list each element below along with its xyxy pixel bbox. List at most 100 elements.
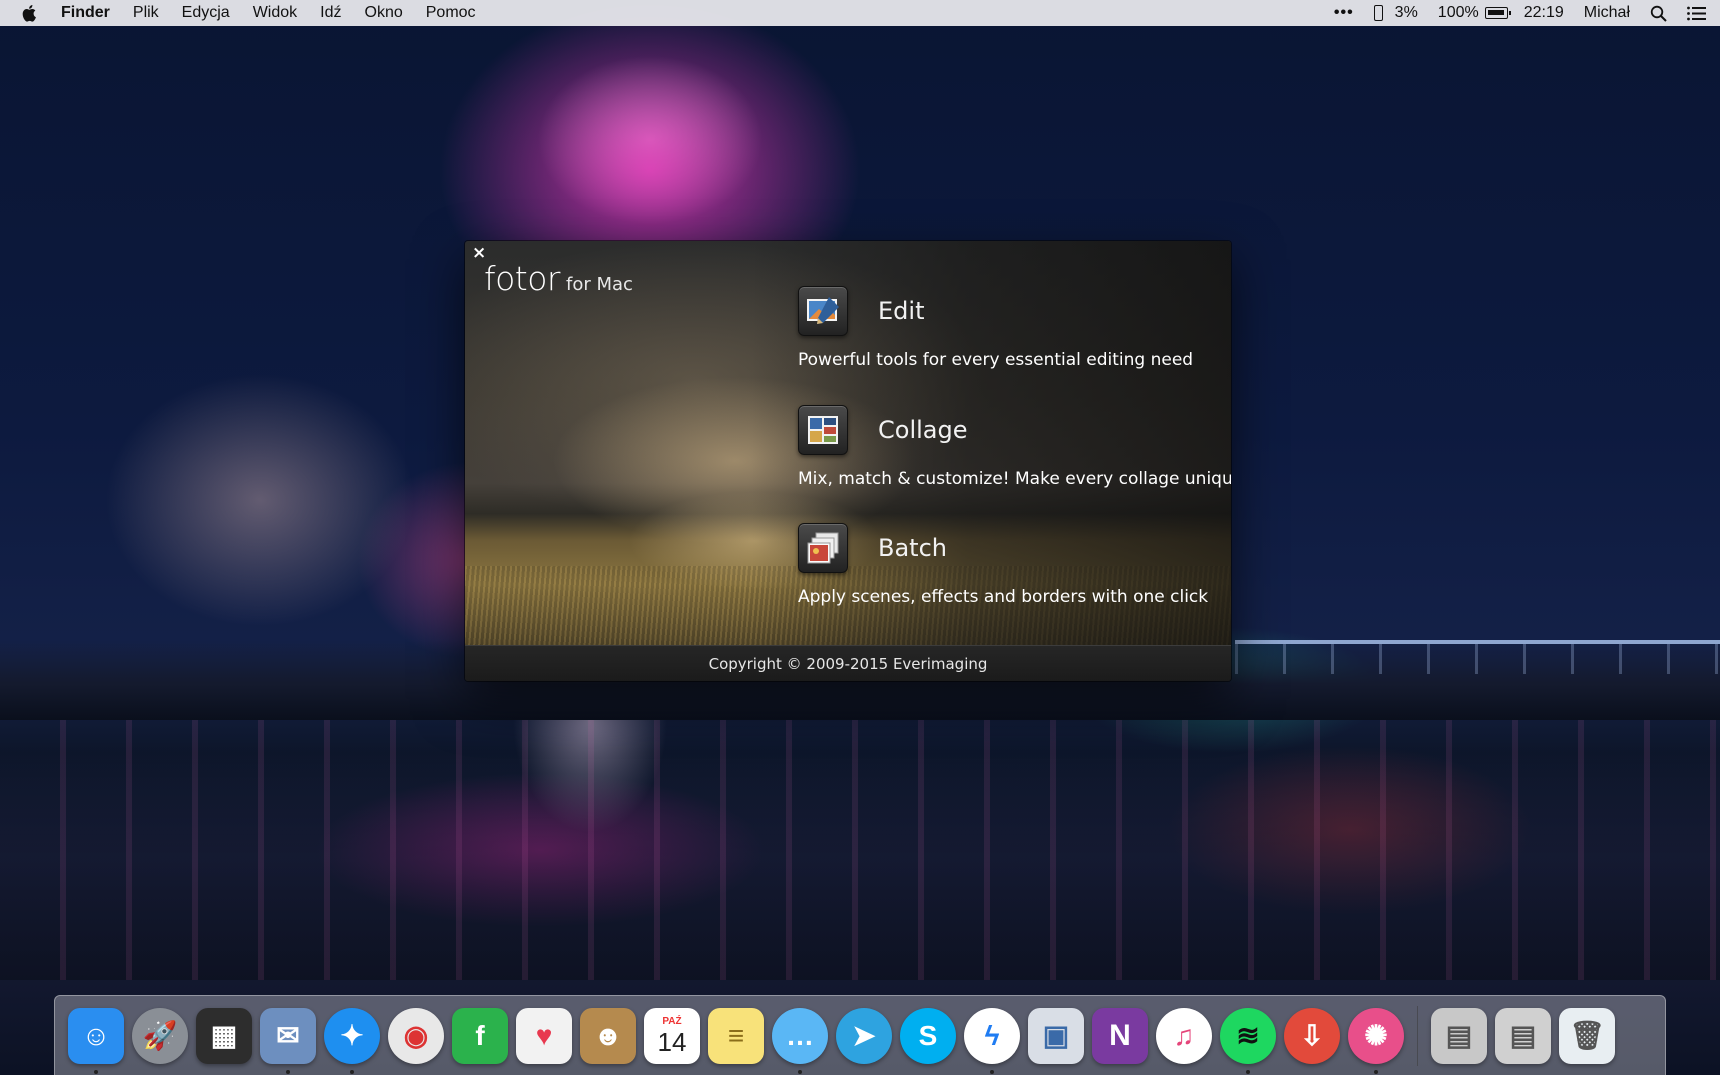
more-dots-icon[interactable]: ••• (1334, 4, 1354, 22)
messenger-glyph: ϟ (984, 1019, 1000, 1051)
messages-icon[interactable]: … (772, 1007, 828, 1074)
edit-title: Edit (878, 297, 925, 325)
preview-glyph: ▣ (1042, 1020, 1070, 1051)
collage-description: Mix, match & customize! Make every colla… (798, 469, 1231, 489)
notes-glyph: ≡ (727, 1019, 745, 1051)
calendar-day: 14 (657, 1026, 687, 1057)
finder-icon[interactable]: ☺ (68, 1007, 124, 1074)
pocket-icon[interactable]: ♥ (516, 1007, 572, 1064)
transmit-glyph: ⇩ (1300, 1020, 1324, 1051)
fotor-brand: fotor for Mac (484, 259, 633, 298)
documents-stack-glyph: ▤ (1445, 1020, 1473, 1051)
running-indicator (1374, 1069, 1378, 1074)
running-indicator (350, 1069, 354, 1074)
menu-user-name[interactable]: Michał (1584, 4, 1630, 22)
contacts-glyph: ☻ (593, 1019, 623, 1051)
calendar-icon[interactable]: PAŹ 14 (644, 1007, 700, 1064)
running-indicator (286, 1069, 290, 1074)
batch-description: Apply scenes, effects and borders with o… (798, 587, 1209, 607)
copyright-text: Copyright © 2009-2015 Everimaging (708, 654, 988, 673)
feature-collage: Collage Mix, match & customize! Make eve… (798, 405, 1231, 489)
documents-stack-icon[interactable]: ▤ (1431, 1007, 1487, 1064)
feedly-glyph: f (475, 1019, 485, 1051)
batch-button[interactable]: Batch (798, 523, 1208, 573)
menu-plik[interactable]: Plik (133, 4, 159, 22)
menu-pomoc[interactable]: Pomoc (426, 4, 476, 22)
onenote-letter: N (1109, 1018, 1131, 1052)
notification-center-icon[interactable] (1687, 6, 1706, 21)
onenote-icon[interactable]: N (1092, 1007, 1148, 1064)
chrome-glyph: ◉ (403, 1020, 429, 1051)
finder-glyph: ☺ (81, 1019, 111, 1051)
spotlight-search-icon[interactable] (1650, 5, 1667, 22)
brand-name: fotor (484, 259, 561, 298)
calendar-month: PAŹ (662, 1015, 682, 1027)
skype-glyph: S (918, 1019, 938, 1051)
mission-control-icon[interactable]: ▦ (196, 1007, 252, 1064)
trash-glyph: 🗑 (1569, 1020, 1605, 1051)
contacts-icon[interactable]: ☻ (580, 1007, 636, 1064)
menu-bar: Finder Plik Edycja Widok Idź Okno Pomoc … (0, 0, 1720, 26)
preview-icon[interactable]: ▣ (1028, 1007, 1084, 1064)
edit-icon (798, 286, 848, 336)
telegram-glyph: ➤ (852, 1020, 876, 1051)
dock-separator (1417, 1005, 1418, 1066)
mission-control-glyph: ▦ (210, 1020, 238, 1051)
running-indicator (798, 1069, 802, 1074)
launchpad-glyph: 🚀 (142, 1020, 178, 1051)
wallpaper-bridge (1235, 640, 1720, 674)
safari-icon[interactable]: ✦ (324, 1007, 380, 1074)
edit-description: Powerful tools for every essential editi… (798, 350, 1194, 370)
menu-idz[interactable]: Idź (320, 4, 341, 22)
battery-percent: 100% (1437, 4, 1479, 21)
dock: ☺ 🚀 ▦ ✉ ✦ ◉ f ♥ ☻ PAŹ 14 ≡ … ➤ Sϟ ▣ N ♫ ≋ ⇩ ✺ ▤ ▤ 🗑 (54, 995, 1666, 1075)
feature-edit: Edit Powerful tools for every essential … (798, 286, 1193, 370)
notes-icon[interactable]: ≡ (708, 1007, 764, 1064)
phone-battery-percent: 3% (1394, 4, 1418, 21)
mail-stamp-glyph: ✉ (276, 1020, 300, 1051)
safari-glyph: ✦ (340, 1020, 364, 1051)
chrome-icon[interactable]: ◉ (388, 1007, 444, 1064)
fotor-glyph: ✺ (1364, 1020, 1388, 1051)
launchpad-icon[interactable]: 🚀 (132, 1007, 188, 1064)
collage-title: Collage (878, 416, 968, 444)
messages-glyph: … (786, 1019, 814, 1051)
itunes-icon[interactable]: ♫ (1156, 1007, 1212, 1064)
fotor-icon[interactable]: ✺ (1348, 1007, 1404, 1074)
feedly-icon[interactable]: f (452, 1007, 508, 1064)
spotify-icon[interactable]: ≋ (1220, 1007, 1276, 1074)
downloads-stack-icon[interactable]: ▤ (1495, 1007, 1551, 1064)
menu-app-name[interactable]: Finder (61, 4, 110, 22)
spotify-glyph: ≋ (1236, 1020, 1260, 1051)
battery-icon[interactable] (1484, 7, 1511, 19)
window-footer: Copyright © 2009-2015 Everimaging (465, 645, 1231, 681)
collage-button[interactable]: Collage (798, 405, 1231, 455)
mail-stamp-icon[interactable]: ✉ (260, 1007, 316, 1074)
batch-icon (798, 523, 848, 573)
running-indicator (1246, 1069, 1250, 1074)
running-indicator (990, 1069, 994, 1074)
messenger-icon[interactable]: ϟ (964, 1007, 1020, 1074)
menu-widok[interactable]: Widok (253, 4, 297, 22)
edit-button[interactable]: Edit (798, 286, 1193, 336)
pocket-glyph: ♥ (535, 1019, 553, 1051)
phone-battery-icon[interactable] (1373, 5, 1383, 21)
menu-clock[interactable]: 22:19 (1524, 4, 1564, 22)
transmit-icon[interactable]: ⇩ (1284, 1007, 1340, 1064)
telegram-icon[interactable]: ➤ (836, 1007, 892, 1064)
itunes-glyph: ♫ (1173, 1019, 1195, 1051)
feature-batch: Batch Apply scenes, effects and borders … (798, 523, 1208, 607)
trash-icon[interactable]: 🗑 (1559, 1007, 1615, 1064)
apple-icon[interactable] (22, 4, 38, 22)
menu-okno[interactable]: Okno (365, 4, 403, 22)
collage-icon (798, 405, 848, 455)
fotor-welcome-window: × fotor for Mac Edit Powerful tools for … (465, 241, 1231, 681)
wallpaper-water (0, 720, 1720, 980)
downloads-stack-glyph: ▤ (1509, 1020, 1537, 1051)
menu-edycja[interactable]: Edycja (182, 4, 230, 22)
skype-icon[interactable]: S (900, 1007, 956, 1064)
batch-title: Batch (878, 534, 947, 562)
running-indicator (94, 1069, 98, 1074)
brand-subtitle: for Mac (566, 274, 633, 295)
close-icon[interactable]: × (472, 245, 486, 262)
